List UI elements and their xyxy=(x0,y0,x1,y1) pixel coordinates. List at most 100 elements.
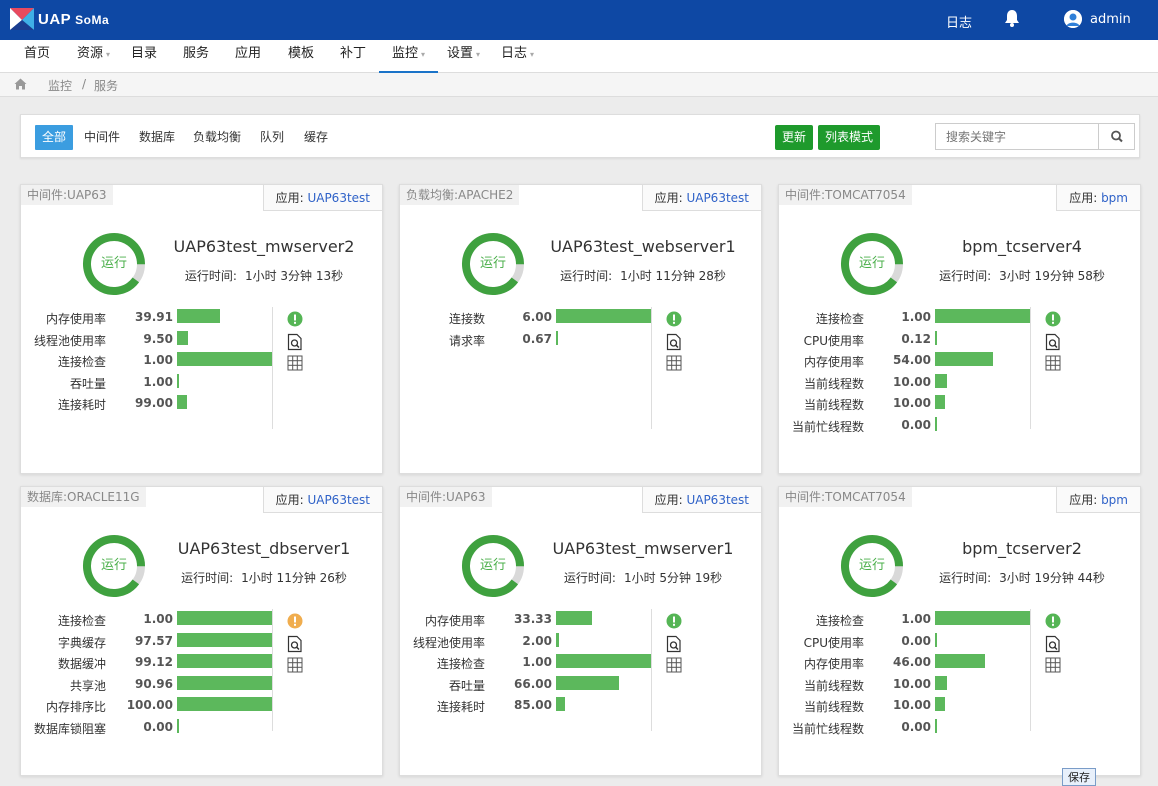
card-app-link[interactable]: bpm xyxy=(1101,493,1128,507)
metric-row: CPU使用率 0.12 xyxy=(789,329,1031,351)
filter-load-balancer[interactable]: 负载均衡 xyxy=(193,125,241,150)
nav-service[interactable]: 服务 xyxy=(183,40,209,73)
card-type: 中间件:UAP63 xyxy=(21,185,113,205)
card-app-link[interactable]: bpm xyxy=(1101,191,1128,205)
alert-icon[interactable] xyxy=(1045,311,1061,327)
server-name: UAP63test_webserver1 xyxy=(550,237,736,256)
metric-name: CPU使用率 xyxy=(803,635,864,650)
uptime-value: 3小时 19分钟 58秒 xyxy=(999,269,1105,283)
nav-settings[interactable]: 设置 ▾ xyxy=(447,40,480,73)
metric-row: 当前线程数 10.00 xyxy=(789,372,1031,394)
card-type: 中间件:TOMCAT7054 xyxy=(779,487,912,507)
metric-bar xyxy=(177,395,187,409)
detail-search-icon[interactable] xyxy=(666,635,682,653)
service-card: 中间件:UAP63 应用: UAP63test 运行 UAP63test_mwse… xyxy=(20,184,383,474)
alert-icon[interactable] xyxy=(666,613,682,629)
filter-database[interactable]: 数据库 xyxy=(139,125,175,150)
nav-patch[interactable]: 补丁 xyxy=(340,40,366,73)
save-tooltip[interactable]: 保存 xyxy=(1062,768,1096,786)
metric-list: 内存使用率 33.33 线程池使用率 2.00 连接检查 1.00 吞吐量 66… xyxy=(410,609,652,717)
bell-icon[interactable] xyxy=(1004,9,1020,27)
card-app-link[interactable]: UAP63test xyxy=(686,493,749,507)
grid-icon[interactable] xyxy=(1045,657,1061,673)
service-card: 中间件:TOMCAT7054 应用: bpm 运行 bpm_tcserver4 运行… xyxy=(778,184,1141,474)
alert-icon[interactable] xyxy=(1045,613,1061,629)
uptime: 运行时间: 3小时 19分钟 44秒 xyxy=(919,569,1125,586)
home-icon[interactable] xyxy=(14,78,27,90)
filter-middleware[interactable]: 中间件 xyxy=(84,125,120,150)
grid-icon[interactable] xyxy=(666,355,682,371)
card-actions xyxy=(1045,613,1063,679)
metric-row: 吞吐量 1.00 xyxy=(31,372,273,394)
card-app: 应用: UAP63test xyxy=(262,487,382,513)
detail-search-icon[interactable] xyxy=(666,333,682,351)
nav-template[interactable]: 模板 xyxy=(288,40,314,73)
metric-row: 当前线程数 10.00 xyxy=(789,695,1031,717)
metric-bar xyxy=(177,675,273,690)
detail-search-icon[interactable] xyxy=(287,635,303,653)
logo-text: UAP SoMa xyxy=(38,10,110,28)
log-link[interactable]: 日志 xyxy=(946,12,972,31)
detail-search-icon[interactable] xyxy=(287,333,303,351)
metric-bar xyxy=(177,718,179,733)
user-menu[interactable]: admin xyxy=(1064,10,1131,28)
metric-name: 当前线程数 xyxy=(803,376,864,391)
filter-queue[interactable]: 队列 xyxy=(260,125,284,150)
metric-bar xyxy=(556,697,565,711)
alert-icon[interactable] xyxy=(287,311,303,327)
card-app-link[interactable]: UAP63test xyxy=(307,493,370,507)
nav-log[interactable]: 日志 ▾ xyxy=(501,40,534,73)
filter-all[interactable]: 全部 xyxy=(35,125,74,150)
metric-value: 39.91 xyxy=(135,310,173,324)
card-app-link[interactable]: UAP63test xyxy=(686,191,749,205)
metric-name: 内存排序比 xyxy=(45,700,106,714)
metric-value: 0.12 xyxy=(901,331,931,346)
metric-row: 连接检查 1.00 xyxy=(410,652,652,674)
service-card: 中间件:TOMCAT7054 应用: bpm 运行 bpm_tcserver2 运行… xyxy=(778,486,1141,776)
search-button[interactable] xyxy=(1098,124,1134,149)
metric-bar xyxy=(177,632,273,647)
refresh-button[interactable]: 更新 xyxy=(775,125,814,150)
nav-catalog[interactable]: 目录 xyxy=(131,40,157,73)
metric-bar xyxy=(177,330,188,345)
metric-value: 10.00 xyxy=(893,676,931,691)
status-ring: 运行 xyxy=(460,231,526,297)
metric-bar xyxy=(556,654,652,668)
detail-search-icon[interactable] xyxy=(1045,333,1061,351)
card-app-link[interactable]: UAP63test xyxy=(307,191,370,205)
logo[interactable]: UAP SoMa xyxy=(10,8,109,30)
nav-monitor[interactable]: 监控 ▾ xyxy=(379,40,439,73)
metric-name: 数据缓冲 xyxy=(57,657,106,671)
card-type: 中间件:TOMCAT7054 xyxy=(779,185,912,205)
metric-row: 线程池使用率 9.50 xyxy=(31,329,273,351)
metric-bar xyxy=(556,632,559,647)
alert-icon[interactable] xyxy=(287,613,303,629)
metric-bar xyxy=(935,395,945,409)
nav-resource[interactable]: 资源 ▾ xyxy=(77,40,110,73)
metric-value: 0.00 xyxy=(143,719,173,734)
uptime-value: 1小时 11分钟 28秒 xyxy=(620,269,726,283)
list-mode-button[interactable]: 列表模式 xyxy=(818,125,881,150)
grid-icon[interactable] xyxy=(287,355,303,371)
filter-cache[interactable]: 缓存 xyxy=(304,125,328,150)
search-input[interactable] xyxy=(936,124,1100,149)
metric-value: 1.00 xyxy=(522,655,552,669)
detail-search-icon[interactable] xyxy=(1045,635,1061,653)
status-label: 运行 xyxy=(100,558,127,573)
metric-row: 线程池使用率 2.00 xyxy=(410,631,652,653)
nav-application[interactable]: 应用 xyxy=(235,40,261,73)
grid-icon[interactable] xyxy=(666,657,682,673)
alert-icon[interactable] xyxy=(666,311,682,327)
uptime-label: 运行时间: xyxy=(563,571,616,585)
grid-icon[interactable] xyxy=(287,657,303,673)
status-ring: 运行 xyxy=(460,533,526,599)
breadcrumb-monitor[interactable]: 监控 xyxy=(48,77,72,94)
nav-home[interactable]: 首页 xyxy=(24,40,50,73)
metric-value: 10.00 xyxy=(893,396,931,410)
divider xyxy=(272,307,273,429)
metric-bar xyxy=(556,309,652,323)
breadcrumb-service: 服务 xyxy=(94,79,119,93)
grid-icon[interactable] xyxy=(1045,355,1061,371)
metric-value: 90.96 xyxy=(135,676,173,691)
card-actions xyxy=(1045,311,1063,377)
